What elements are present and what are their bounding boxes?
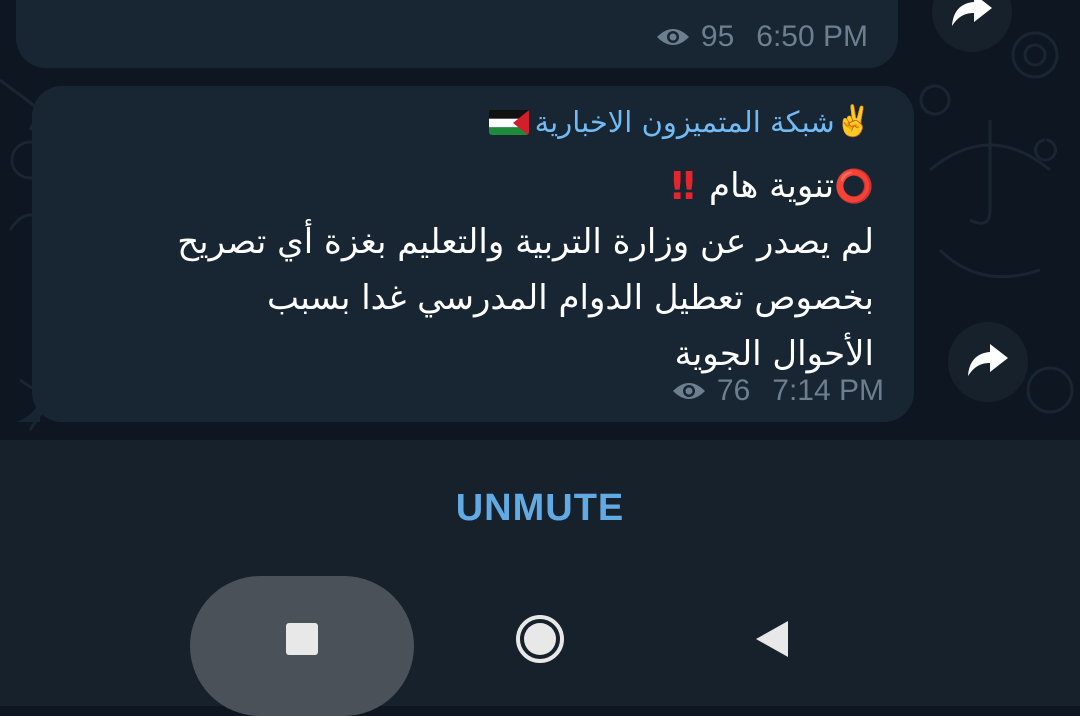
sender-name[interactable]: شبكة المتميزون الاخبارية xyxy=(535,105,835,139)
message-text: ⭕ تنوية هام ‼ لم يصدر عن وزارة التربية و… xyxy=(54,158,874,382)
channel-bottom-bar: UNMUTE xyxy=(0,440,1080,576)
forward-button[interactable] xyxy=(948,322,1028,402)
message-title-line: ⭕ تنوية هام ‼ xyxy=(54,158,874,214)
sender-emoji: ✌️ xyxy=(834,104,872,139)
recents-button[interactable] xyxy=(270,606,334,676)
square-icon xyxy=(285,622,319,660)
message-time: 6:50 PM xyxy=(756,20,868,53)
views-icon xyxy=(671,379,707,403)
bubble-tail xyxy=(16,400,40,422)
forward-arrow-icon xyxy=(966,342,1010,382)
home-button[interactable] xyxy=(508,606,572,676)
chat-area: 95 6:50 PM ✌️ شبكة المتميزون الاخبارية ⭕… xyxy=(0,0,1080,440)
views-count: 76 xyxy=(716,374,751,407)
red-circle-icon: ⭕ xyxy=(834,167,874,205)
message-line-1: لم يصدر عن وزارة التربية والتعليم بغزة أ… xyxy=(177,222,874,262)
forward-arrow-icon xyxy=(950,0,994,32)
palestine-flag-icon xyxy=(488,109,529,135)
circle-icon xyxy=(514,613,566,669)
views-count: 95 xyxy=(700,20,735,53)
previous-message-meta: 95 6:50 PM xyxy=(655,20,868,54)
sender-name-row[interactable]: ✌️ شبكة المتميزون الاخبارية xyxy=(488,104,872,139)
triangle-back-icon xyxy=(754,619,790,663)
message-bubble[interactable]: ✌️ شبكة المتميزون الاخبارية ⭕ تنوية هام … xyxy=(16,86,914,422)
unmute-button[interactable]: UNMUTE xyxy=(450,486,631,531)
views-icon xyxy=(655,25,691,49)
message-line-2: بخصوص تعطيل الدوام المدرسي غدا بسبب xyxy=(266,278,874,318)
system-navigation-bar xyxy=(0,576,1080,716)
message-meta: 76 7:14 PM xyxy=(671,374,884,408)
double-exclamation-icon: ‼ xyxy=(671,164,696,208)
previous-message-bubble[interactable]: 95 6:50 PM xyxy=(16,0,898,68)
back-button[interactable] xyxy=(740,606,804,676)
message-time: 7:14 PM xyxy=(772,374,884,407)
message-title: تنوية هام xyxy=(709,166,835,206)
